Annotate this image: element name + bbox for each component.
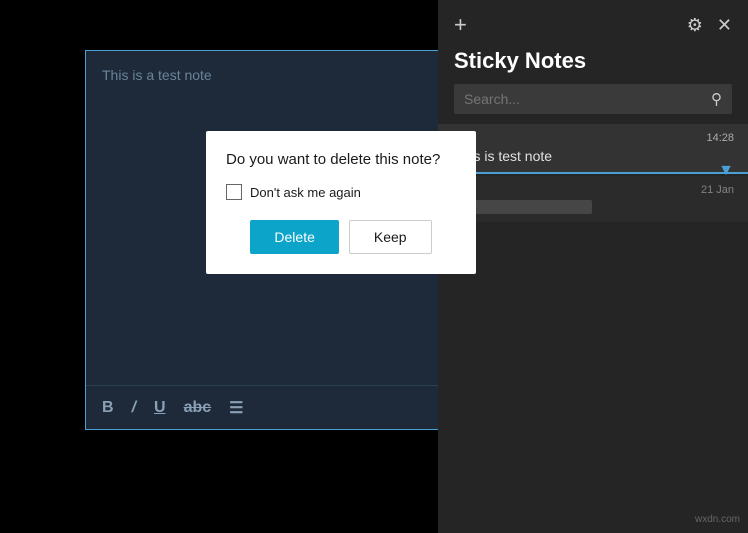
dont-ask-label: Don't ask me again — [250, 185, 361, 200]
notes-list: 14:28 This is test note ▼ 21 Jan — [438, 124, 748, 533]
delete-button[interactable]: Delete — [250, 220, 338, 254]
panel-title: Sticky Notes — [438, 44, 748, 84]
list-icon[interactable]: ☰ — [229, 398, 243, 418]
search-bar: ⚲ — [454, 84, 732, 114]
note-placeholder: This is a test note — [102, 67, 212, 83]
note-item-1[interactable]: 14:28 This is test note ▼ — [438, 124, 748, 174]
search-magnifier-icon: ⚲ — [711, 90, 722, 108]
dialog-buttons: Delete Keep — [226, 220, 456, 254]
keep-button[interactable]: Keep — [349, 220, 432, 254]
note-item-2-date: 21 Jan — [452, 184, 734, 196]
dont-ask-checkbox[interactable] — [226, 184, 242, 200]
italic-icon[interactable]: / — [132, 399, 136, 417]
close-icon[interactable]: ✕ — [717, 15, 732, 36]
sticky-panel: + ⚙ ✕ Sticky Notes ⚲ 14:28 This is test … — [438, 0, 748, 533]
delete-dialog-title: Do you want to delete this note? — [226, 151, 456, 168]
panel-header: + ⚙ ✕ — [438, 0, 748, 44]
note-item-2[interactable]: 21 Jan — [438, 176, 748, 222]
delete-dialog: Do you want to delete this note? Don't a… — [206, 131, 476, 274]
strikethrough-icon[interactable]: abc — [184, 399, 212, 417]
main-container: This is a test note Do you want to delet… — [0, 0, 748, 533]
underline-icon[interactable]: U — [154, 399, 166, 417]
settings-icon[interactable]: ⚙ — [687, 15, 703, 36]
panel-header-icons: ⚙ ✕ — [687, 15, 732, 36]
note-item-1-time: 14:28 — [454, 132, 734, 144]
search-input[interactable] — [464, 91, 711, 107]
watermark: wxdn.com — [695, 514, 740, 525]
checkbox-row: Don't ask me again — [226, 184, 456, 200]
note-item-1-text: This is test note — [454, 148, 734, 164]
add-note-icon[interactable]: + — [454, 12, 467, 38]
bold-icon[interactable]: B — [102, 399, 114, 417]
